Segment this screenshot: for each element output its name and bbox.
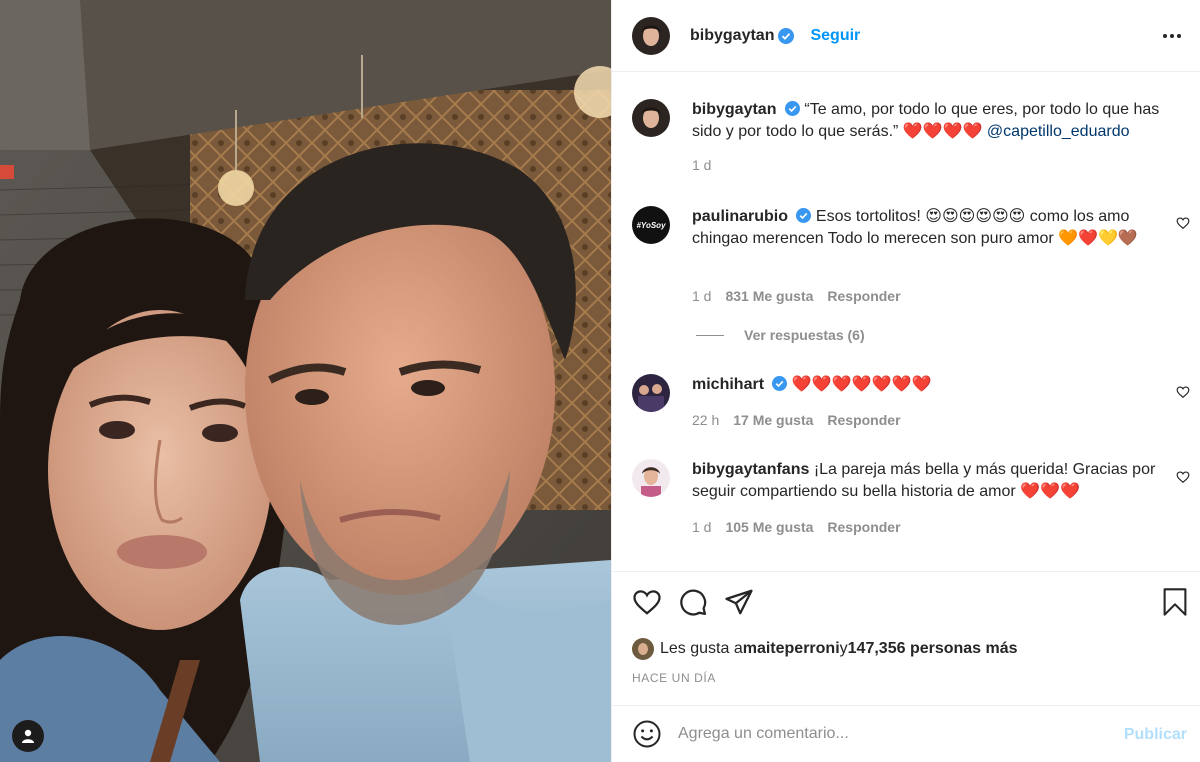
action-icons	[632, 587, 754, 617]
instagram-post-modal: bibygaytan Seguir bibygaytan “Te amo, po…	[0, 0, 1200, 762]
author-username[interactable]: bibygaytan	[690, 27, 774, 45]
comment-text: ❤️❤️❤️❤️❤️❤️❤️	[791, 376, 932, 393]
caption-mention-link[interactable]: @capetillo_eduardo	[987, 123, 1130, 140]
verified-badge-icon	[772, 376, 788, 391]
user-icon	[22, 729, 34, 743]
comment-timestamp[interactable]: 1 d	[692, 519, 711, 535]
tagged-user-button[interactable]	[12, 720, 44, 752]
comment-username[interactable]: paulinarubio	[692, 208, 788, 225]
couple-selfie-image	[0, 0, 611, 762]
more-options-icon[interactable]	[1161, 26, 1183, 46]
post-time-ago[interactable]: HACE UN DÍA	[632, 671, 716, 685]
liker-username[interactable]: maiteperroni	[743, 640, 840, 658]
comment-likes-count[interactable]: 831 Me gusta	[725, 288, 813, 304]
comment-username[interactable]: michihart	[692, 376, 764, 393]
like-comment-heart-icon[interactable]	[1176, 385, 1190, 399]
reply-button[interactable]: Responder	[827, 519, 900, 535]
save-bookmark-icon[interactable]	[1161, 587, 1189, 617]
liker-avatar[interactable]	[632, 638, 654, 660]
post-header: bibygaytan Seguir	[612, 0, 1200, 72]
verified-badge-icon	[784, 101, 800, 116]
comments-list[interactable]: bibygaytan “Te amo, por todo lo que eres…	[612, 72, 1200, 571]
commenter-avatar[interactable]	[632, 374, 670, 412]
likes-count-link[interactable]: 147,356 personas más	[848, 640, 1018, 658]
svg-text:#YoSoy: #YoSoy	[636, 221, 666, 230]
post-side-panel: bibygaytan Seguir bibygaytan “Te amo, po…	[611, 0, 1200, 762]
reply-button[interactable]: Responder	[827, 412, 900, 428]
view-replies-button[interactable]: Ver respuestas (6)	[696, 327, 865, 343]
comment-username[interactable]: bibygaytanfans	[692, 461, 809, 478]
comment-likes-count[interactable]: 105 Me gusta	[725, 519, 813, 535]
verified-badge-icon	[796, 208, 812, 223]
comment-likes-count[interactable]: 17 Me gusta	[733, 412, 813, 428]
like-comment-heart-icon[interactable]	[1176, 470, 1190, 484]
likes-middle-text: y	[839, 640, 848, 657]
caption-username[interactable]: bibygaytan	[692, 101, 776, 118]
comment-timestamp[interactable]: 22 h	[692, 412, 719, 428]
scroll-fade	[612, 560, 1200, 571]
commenter-avatar[interactable]: #YoSoy	[632, 206, 670, 244]
comment-bubble-icon[interactable]	[678, 587, 708, 617]
reply-button[interactable]: Responder	[827, 288, 900, 304]
like-comment-heart-icon[interactable]	[1176, 216, 1190, 230]
commenter-avatar[interactable]	[632, 459, 670, 497]
emoji-smiley-icon[interactable]	[632, 719, 662, 749]
comment-input[interactable]	[678, 725, 1098, 743]
share-paper-plane-icon[interactable]	[724, 587, 754, 617]
add-comment-bar: Publicar	[612, 705, 1200, 762]
likes-summary: Les gusta a maiteperroni y 147,356 perso…	[632, 638, 1018, 660]
post-actions-section: Les gusta a maiteperroni y 147,356 perso…	[612, 571, 1200, 705]
caption-author-avatar[interactable]	[632, 99, 670, 137]
verified-badge-icon	[778, 27, 795, 44]
replies-divider-line	[696, 334, 724, 336]
comment-timestamp[interactable]: 1 d	[692, 288, 711, 304]
author-avatar[interactable]	[632, 16, 670, 55]
post-photo[interactable]	[0, 0, 611, 762]
publish-button[interactable]: Publicar	[1124, 726, 1187, 744]
follow-button[interactable]: Seguir	[810, 27, 860, 45]
like-heart-icon[interactable]	[632, 587, 662, 617]
caption-timestamp[interactable]: 1 d	[692, 157, 711, 173]
likes-prefix-text: Les gusta a	[660, 640, 743, 657]
view-replies-label: Ver respuestas (6)	[744, 327, 865, 343]
